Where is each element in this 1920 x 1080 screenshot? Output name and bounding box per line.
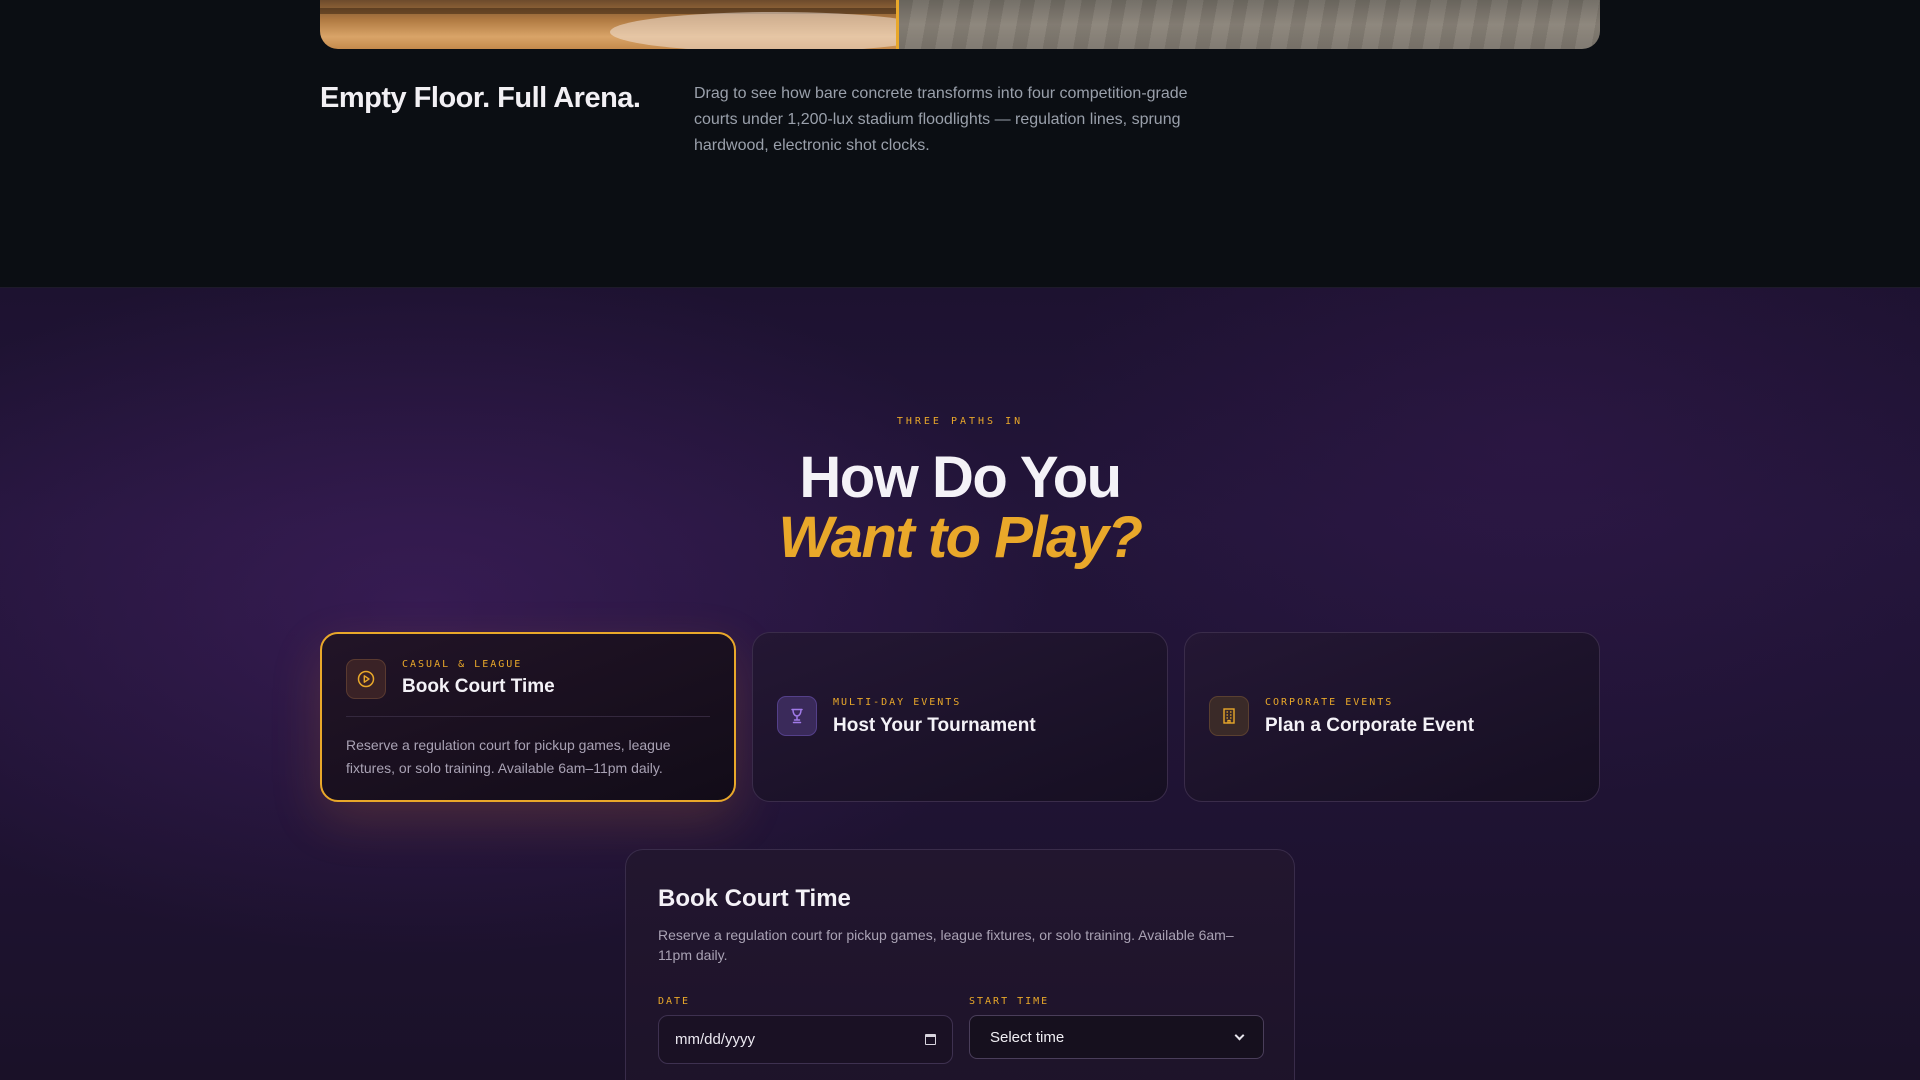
card-title: Book Court Time xyxy=(402,676,555,697)
paths-section: THREE PATHS IN How Do You Want to Play? … xyxy=(0,287,1920,1080)
path-card-book-court[interactable]: CASUAL & LEAGUE Book Court Time Reserve … xyxy=(320,632,736,802)
card-title: Host Your Tournament xyxy=(833,715,1036,736)
arena-compare-section: Empty Floor. Full Arena. Drag to see how… xyxy=(0,0,1920,287)
after-image-court xyxy=(320,0,1133,49)
chevron-down-icon xyxy=(1234,1030,1245,1040)
form-description: Reserve a regulation court for pickup ga… xyxy=(658,927,1234,963)
date-placeholder: mm/dd/yyyy xyxy=(675,1031,756,1048)
start-time-label: START TIME xyxy=(969,996,1050,1007)
path-card-host-tournament[interactable]: MULTI-DAY EVENTS Host Your Tournament xyxy=(752,632,1168,802)
building-icon xyxy=(1209,696,1249,736)
start-time-value: Select time xyxy=(990,1028,1065,1046)
date-input[interactable]: mm/dd/yyyy xyxy=(658,1015,953,1064)
path-card-corporate-event[interactable]: CORPORATE EVENTS Plan a Corporate Event xyxy=(1184,632,1600,802)
play-circle-icon xyxy=(346,659,386,699)
card-title: Plan a Corporate Event xyxy=(1265,715,1475,736)
section-eyebrow: THREE PATHS IN xyxy=(896,416,1024,427)
start-time-select[interactable]: Select time xyxy=(969,1015,1264,1059)
before-image-concrete xyxy=(899,0,1600,49)
before-after-slider[interactable] xyxy=(320,0,1600,49)
section-headline-accent: Want to Play? xyxy=(778,505,1143,570)
card-tag: CASUAL & LEAGUE xyxy=(402,659,523,670)
arena-title: Empty Floor. Full Arena. xyxy=(320,82,641,114)
date-label: DATE xyxy=(658,996,691,1007)
section-headline: How Do You xyxy=(799,445,1122,510)
arena-description: Drag to see how bare concrete transforms… xyxy=(694,85,1188,154)
booking-form: Book Court Time Reserve a regulation cou… xyxy=(625,849,1295,1080)
form-title: Book Court Time xyxy=(658,885,851,912)
card-divider xyxy=(346,716,710,717)
calendar-icon[interactable] xyxy=(925,1034,936,1045)
card-tag: MULTI-DAY EVENTS xyxy=(833,697,962,708)
card-description: Reserve a regulation court for pickup ga… xyxy=(346,737,671,776)
trophy-icon xyxy=(777,696,817,736)
card-tag: CORPORATE EVENTS xyxy=(1265,697,1394,708)
